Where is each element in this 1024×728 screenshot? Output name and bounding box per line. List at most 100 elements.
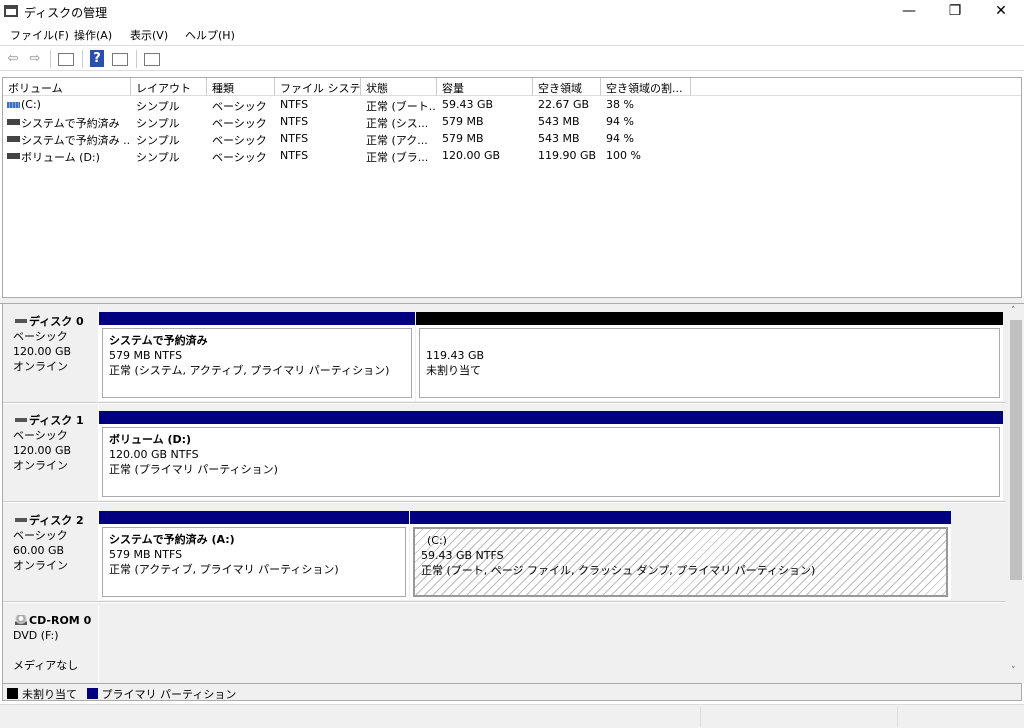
partition-status: 正常 (プライマリ パーティション): [109, 463, 278, 476]
partition-title: システムで予約済み (A:): [109, 533, 235, 546]
show-hide-action-pane-icon[interactable]: [112, 53, 128, 66]
toolbar-separator: [136, 50, 137, 68]
disk-icon: [15, 518, 27, 522]
scroll-up-icon[interactable]: ˄: [1011, 306, 1016, 316]
column-header-status[interactable]: 状態: [361, 78, 437, 96]
cell-status: 正常 (シス...: [366, 117, 429, 130]
forward-icon[interactable]: ⇨: [26, 50, 44, 67]
disk-icon: [15, 319, 27, 323]
volume-list: ボリューム レイアウト 種類 ファイル システム 状態 容量 空き領域 空き領域…: [2, 77, 1022, 298]
disk-name-row: ディスク 0: [13, 314, 98, 329]
toolbar-separator: [50, 50, 51, 68]
disk-label[interactable]: CD-ROM 0 DVD (F:) メディアなし: [5, 605, 99, 682]
toolbar: ⇦ ⇨ ?: [0, 45, 1024, 71]
disk-label[interactable]: ディスク 0 ベーシック 120.00 GB オンライン: [5, 306, 99, 402]
cell-free-space: 543 MB: [538, 115, 580, 128]
partition[interactable]: ボリューム (D:) 120.00 GB NTFS 正常 (プライマリ パーティショ…: [99, 411, 1003, 500]
partition-status: 未割り当て: [426, 364, 481, 377]
cell-volume: (C:): [21, 98, 41, 111]
cell-filesystem: NTFS: [280, 115, 309, 128]
partition-box[interactable]: (C:) 59.43 GB NTFS 正常 (ブート, ページ ファイル, クラッシ…: [410, 524, 951, 600]
cell-percent-free: 38 %: [606, 98, 634, 111]
partition-box[interactable]: システムで予約済み (A:) 579 MB NTFS 正常 (アクティブ, プライマ…: [99, 524, 409, 600]
cdrom-icon: [15, 615, 27, 625]
disk-size: 60.00 GB: [13, 544, 65, 557]
partition-title: システムで予約済み: [109, 334, 208, 347]
column-header-type[interactable]: 種類: [207, 78, 275, 96]
column-header-percent-free[interactable]: 空き領域の割...: [601, 78, 691, 96]
partition-size: 120.00 GB NTFS: [109, 448, 199, 461]
disk-type: ベーシック: [13, 429, 68, 442]
volume-icon: [7, 102, 20, 108]
menu-view[interactable]: 表示(V): [130, 27, 168, 43]
partition-title: (C:): [427, 534, 447, 547]
column-header-layout[interactable]: レイアウト: [131, 78, 207, 96]
partition-header-bar: [416, 312, 1003, 326]
table-row[interactable]: システムで予約済み ... シンプル ベーシック NTFS 正常 (アク... 579 M…: [3, 131, 703, 148]
properties-icon[interactable]: [144, 53, 160, 66]
cell-layout: シンプル: [136, 100, 180, 113]
partition[interactable]: (C:) 59.43 GB NTFS 正常 (ブート, ページ ファイル, クラッシ…: [410, 511, 951, 600]
partition-box[interactable]: ボリューム (D:) 120.00 GB NTFS 正常 (プライマリ パーティショ…: [99, 424, 1003, 500]
cell-free-space: 119.90 GB: [538, 149, 597, 162]
disk-status: オンライン: [13, 559, 68, 572]
column-header-capacity[interactable]: 容量: [437, 78, 533, 96]
cell-type: ベーシック: [212, 117, 267, 130]
show-hide-console-tree-icon[interactable]: [58, 53, 74, 66]
cell-filesystem: NTFS: [280, 149, 309, 162]
scroll-down-icon[interactable]: ˅: [1011, 666, 1016, 676]
menu-action[interactable]: 操作(A): [74, 27, 112, 43]
primary-swatch: [86, 688, 98, 699]
close-button[interactable]: ✕: [978, 0, 1024, 24]
title-bar: ディスクの管理 — ❐ ✕: [0, 0, 1024, 24]
column-header-volume[interactable]: ボリューム: [3, 78, 131, 96]
volume-icon: [7, 119, 20, 125]
partition-header-bar: [99, 312, 415, 326]
cell-capacity: 579 MB: [442, 115, 484, 128]
table-row[interactable]: ボリューム (D:) シンプル ベーシック NTFS 正常 (ブラ... 120.00 G…: [3, 148, 703, 165]
disk-name-row: CD-ROM 0: [13, 613, 98, 628]
partition-box[interactable]: 119.43 GB 未割り当て: [416, 325, 1003, 401]
partition[interactable]: 119.43 GB 未割り当て: [416, 312, 1003, 401]
table-row[interactable]: システムで予約済み シンプル ベーシック NTFS 正常 (シス... 579 MB 543…: [3, 114, 703, 131]
cell-volume: システムで予約済み ...: [21, 134, 131, 147]
partition[interactable]: システムで予約済み (A:) 579 MB NTFS 正常 (アクティブ, プライマ…: [99, 511, 409, 600]
menu-file[interactable]: ファイル(F): [10, 27, 69, 43]
scrollbar-thumb[interactable]: [1010, 320, 1022, 580]
volume-icon: [7, 136, 20, 142]
help-icon[interactable]: ?: [90, 50, 104, 67]
disk-label[interactable]: ディスク 2 ベーシック 60.00 GB オンライン: [5, 505, 99, 601]
partition[interactable]: システムで予約済み 579 MB NTFS 正常 (システム, アクティブ, プライ…: [99, 312, 415, 401]
partition-header-bar: [99, 511, 409, 525]
disk-type: ベーシック: [13, 529, 68, 542]
cell-capacity: 120.00 GB: [442, 149, 501, 162]
disk-name-row: ディスク 1: [13, 413, 98, 428]
partition-status: 正常 (ブート, ページ ファイル, クラッシュ ダンプ, プライマリ パーティ…: [421, 564, 816, 577]
disk-label[interactable]: ディスク 1 ベーシック 120.00 GB オンライン: [5, 405, 99, 501]
disk-row-divider: [3, 501, 1006, 503]
status-bar: [0, 704, 1024, 728]
minimize-button[interactable]: —: [886, 0, 932, 24]
column-header-filesystem[interactable]: ファイル システム: [275, 78, 361, 96]
back-icon[interactable]: ⇦: [4, 50, 22, 67]
column-header-free-space[interactable]: 空き領域: [533, 78, 601, 96]
disk-type: DVD (F:): [13, 629, 59, 642]
partition-header-bar: [99, 411, 1003, 425]
disk-size: 120.00 GB: [13, 444, 72, 457]
cell-status: 正常 (ブート...: [366, 100, 437, 113]
maximize-button[interactable]: ❐: [932, 0, 978, 24]
partition-box[interactable]: システムで予約済み 579 MB NTFS 正常 (システム, アクティブ, プライ…: [99, 325, 415, 401]
disk-name: ディスク 0: [29, 315, 84, 328]
cell-capacity: 59.43 GB: [442, 98, 494, 111]
disk-name: ディスク 2: [29, 514, 84, 527]
partition-header-bar: [410, 511, 951, 525]
legend-unallocated: 未割り当て: [22, 688, 77, 701]
cell-layout: シンプル: [136, 151, 180, 164]
table-row[interactable]: (C:) シンプル ベーシック NTFS 正常 (ブート... 59.43 GB 22.67…: [3, 97, 703, 114]
cell-volume: ボリューム (D:): [21, 151, 100, 164]
vertical-scrollbar[interactable]: ˄ ˅: [1008, 304, 1024, 683]
menu-help[interactable]: ヘルプ(H): [185, 27, 235, 43]
disk-management-icon: [4, 5, 18, 17]
disk-row-divider: [3, 601, 1006, 603]
